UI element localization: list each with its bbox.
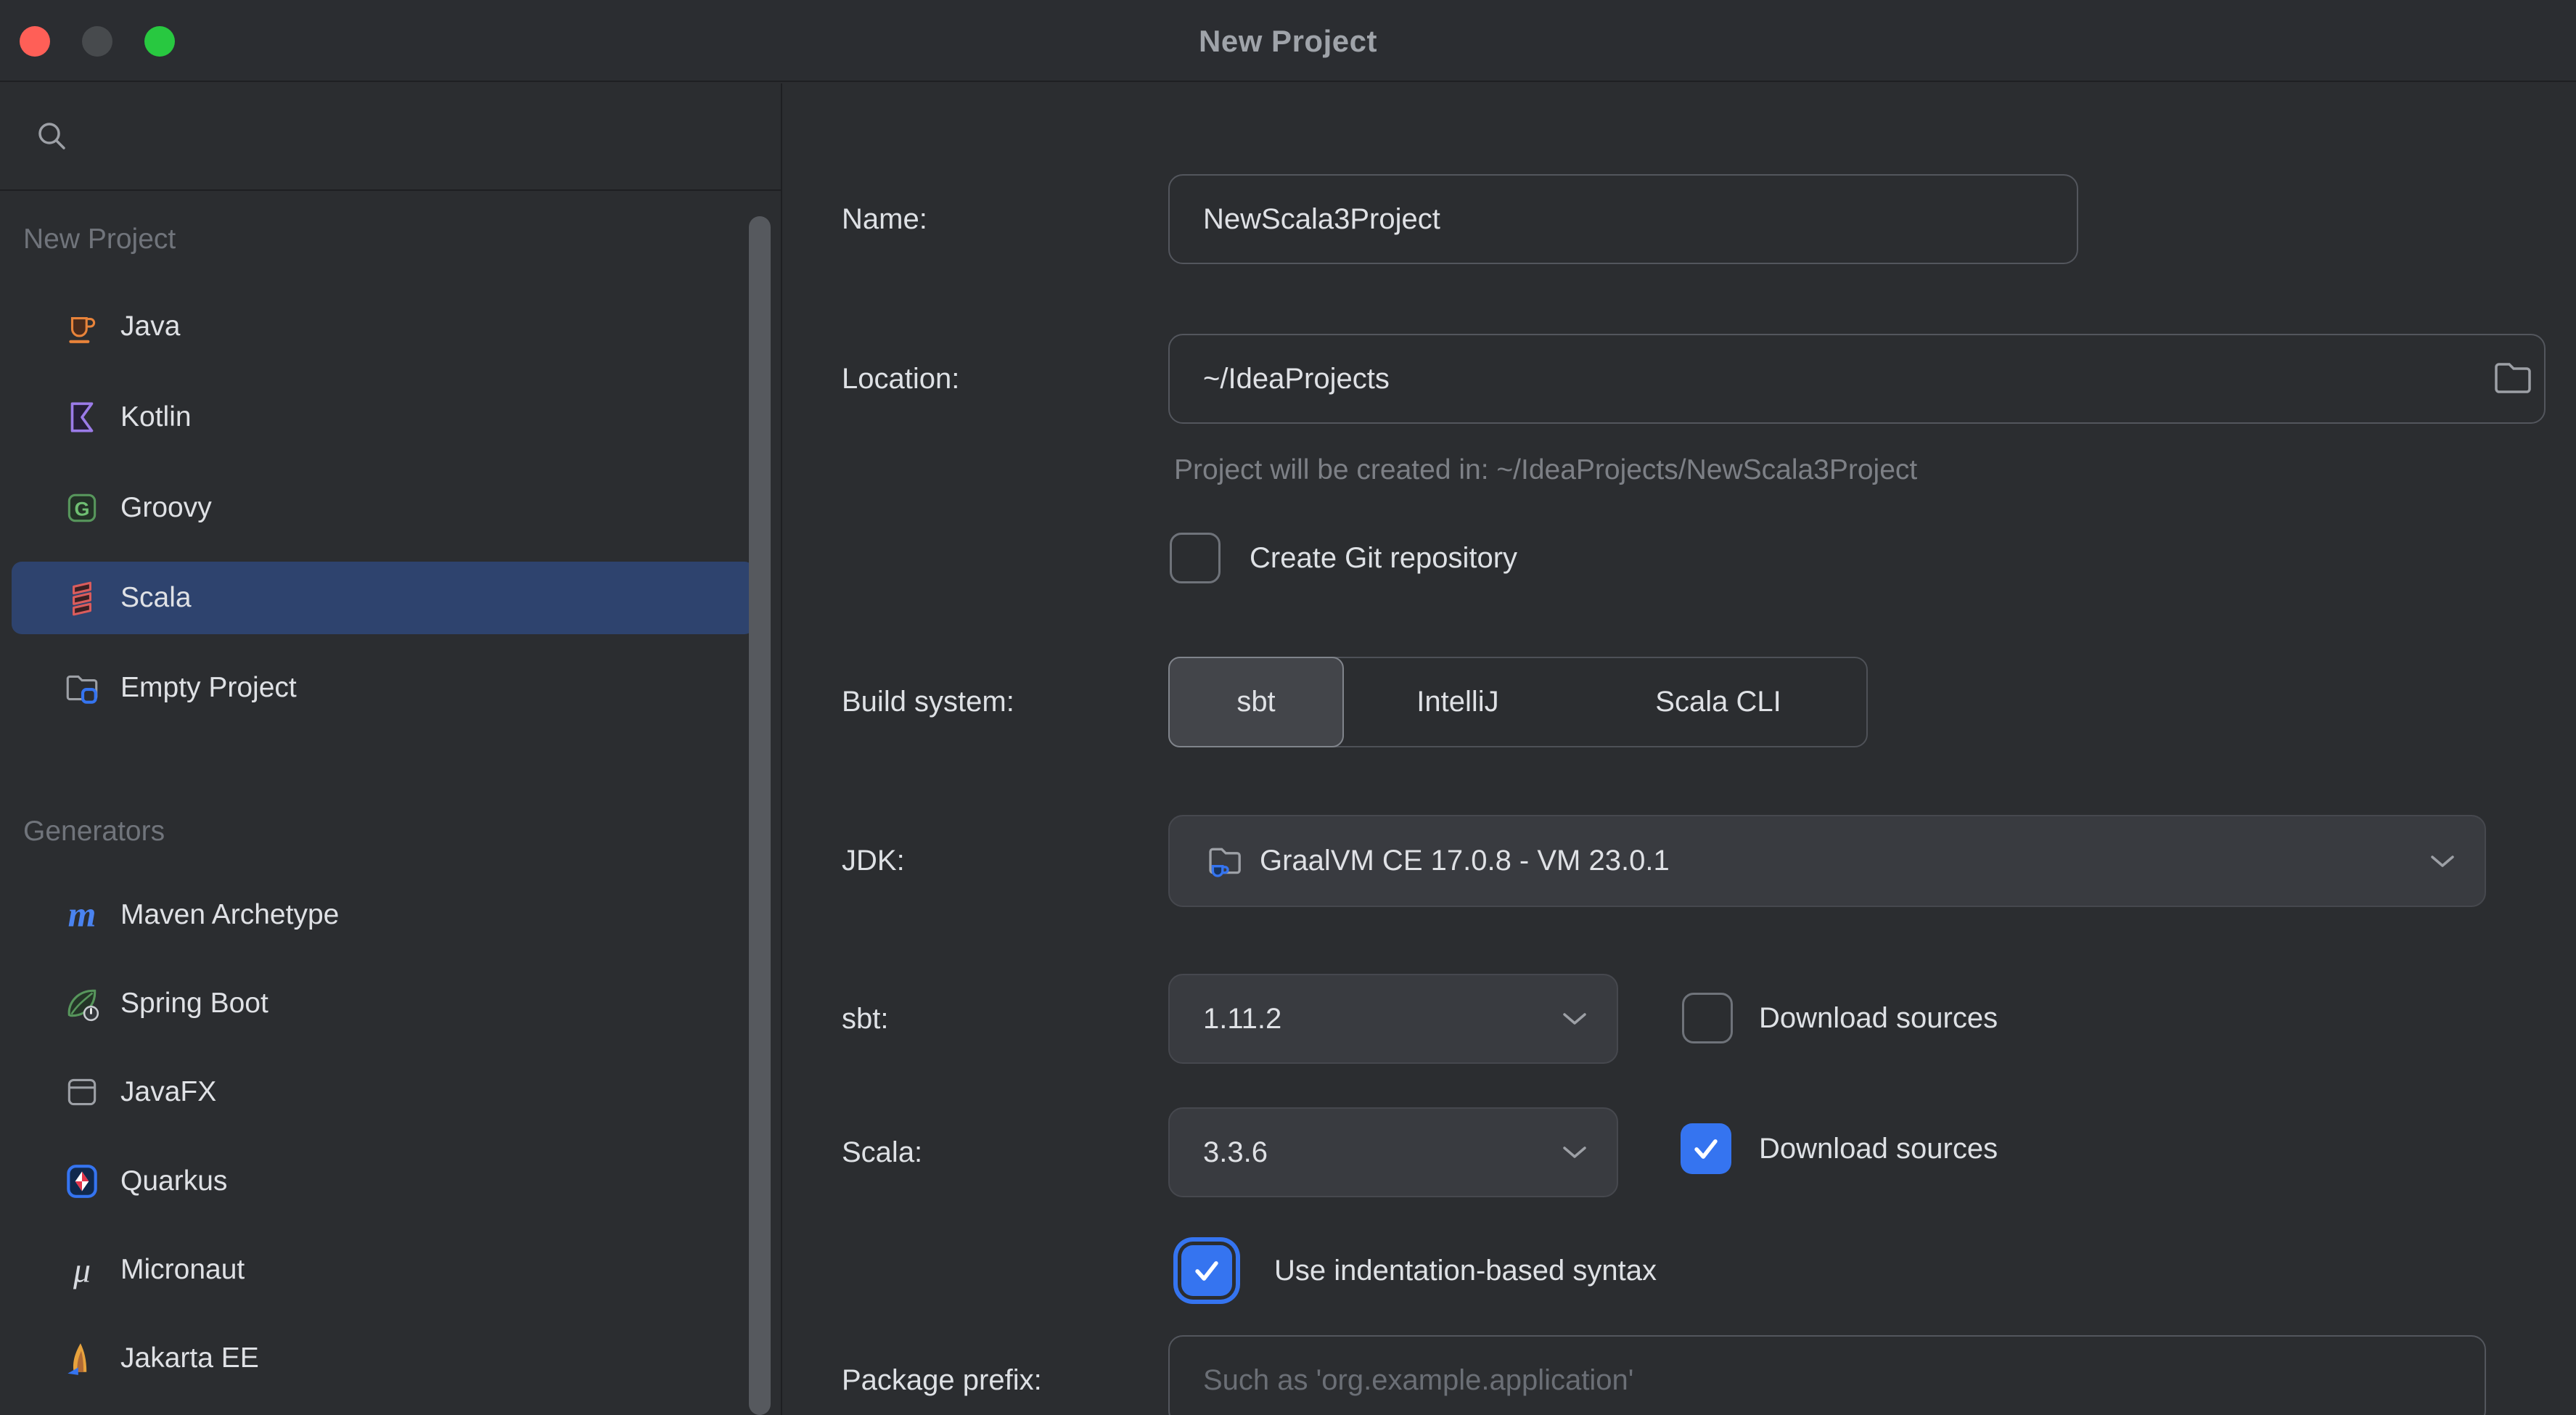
jdk-value: GraalVM CE 17.0.8 - VM 23.0.1 xyxy=(1260,845,1670,877)
sidebar-item-label: JavaFX xyxy=(120,1076,216,1108)
location-label: Location: xyxy=(842,334,959,424)
sidebar-scrollbar[interactable] xyxy=(749,216,771,1415)
folder-icon xyxy=(2490,357,2535,399)
scala-download-sources-checkbox[interactable] xyxy=(1681,1123,1731,1174)
browse-folder-button[interactable] xyxy=(2490,357,2535,399)
section-header-new-project: New Project xyxy=(23,210,176,268)
chevron-down-icon xyxy=(1562,1012,1588,1026)
sidebar-item-javafx[interactable]: JavaFX xyxy=(12,1056,755,1128)
scala-download-sources-label: Download sources xyxy=(1759,1123,1998,1174)
sidebar-item-label: Scala xyxy=(120,582,192,614)
use-indentation-syntax-label: Use indentation-based syntax xyxy=(1274,1245,1657,1296)
quarkus-icon xyxy=(62,1162,102,1201)
create-git-repository-checkbox[interactable] xyxy=(1170,533,1221,583)
jdk-dropdown[interactable]: GraalVM CE 17.0.8 - VM 23.0.1 xyxy=(1168,815,2486,907)
sidebar-item-jakarta-ee[interactable]: Jakarta EE xyxy=(12,1322,755,1395)
sidebar-item-label: Spring Boot xyxy=(120,988,268,1020)
micronaut-icon: μ xyxy=(62,1250,102,1289)
checkmark-icon xyxy=(1189,1253,1224,1288)
chevron-down-icon xyxy=(1562,1145,1588,1160)
sidebar-item-label: Java xyxy=(120,311,180,343)
sidebar-item-label: Empty Project xyxy=(120,672,297,704)
sidebar-item-label: Jakarta EE xyxy=(120,1342,259,1374)
sidebar-item-kotlin[interactable]: Kotlin xyxy=(12,381,755,454)
build-system-option-sbt[interactable]: sbt xyxy=(1168,657,1344,747)
location-input[interactable] xyxy=(1168,334,2546,424)
groovy-icon: G xyxy=(62,488,102,528)
svg-text:G: G xyxy=(74,498,89,520)
sidebar-item-groovy[interactable]: G Groovy xyxy=(12,472,755,544)
sidebar: New Project Java Kotlin xyxy=(0,83,782,1415)
sbt-version-value: 1.11.2 xyxy=(1203,1003,1281,1035)
sidebar-item-spring-boot[interactable]: Spring Boot xyxy=(12,967,755,1040)
sidebar-item-label: Groovy xyxy=(120,492,212,524)
search-field[interactable] xyxy=(0,83,781,191)
javafx-icon xyxy=(62,1072,102,1112)
spring-boot-icon xyxy=(62,984,102,1023)
svg-text:μ: μ xyxy=(73,1252,91,1289)
maven-icon: m xyxy=(62,895,102,935)
sbt-version-dropdown[interactable]: 1.11.2 xyxy=(1168,974,1618,1064)
jdk-icon xyxy=(1203,840,1245,882)
scala-label: Scala: xyxy=(842,1107,922,1197)
build-system-option-intellij[interactable]: IntelliJ xyxy=(1342,658,1573,746)
build-system-segmented-control: sbt IntelliJ Scala CLI xyxy=(1168,657,1868,747)
title-bar: New Project xyxy=(0,0,2576,82)
name-label: Name: xyxy=(842,174,927,264)
use-indentation-syntax-checkbox[interactable] xyxy=(1181,1245,1232,1296)
scala-icon xyxy=(62,578,102,618)
sidebar-item-quarkus[interactable]: Quarkus xyxy=(12,1145,755,1218)
sidebar-item-label: Kotlin xyxy=(120,401,192,433)
new-project-dialog: New Project New Project Java xyxy=(0,0,2576,1415)
package-prefix-input[interactable] xyxy=(1168,1335,2486,1415)
jakarta-ee-icon xyxy=(62,1339,102,1378)
window-title: New Project xyxy=(0,0,2576,82)
sidebar-item-micronaut[interactable]: μ Micronaut xyxy=(12,1234,755,1306)
svg-text:m: m xyxy=(68,895,97,935)
sidebar-item-scala[interactable]: Scala xyxy=(12,562,755,634)
empty-project-icon xyxy=(62,668,102,708)
scala-version-value: 3.3.6 xyxy=(1203,1136,1268,1169)
jdk-label: JDK: xyxy=(842,815,905,907)
sidebar-item-label: Micronaut xyxy=(120,1254,245,1286)
location-hint: Project will be created in: ~/IdeaProjec… xyxy=(1174,448,1917,492)
sidebar-item-label: Maven Archetype xyxy=(120,899,339,931)
chevron-down-icon xyxy=(2429,854,2456,869)
scala-version-dropdown[interactable]: 3.3.6 xyxy=(1168,1107,1618,1197)
sidebar-item-maven-archetype[interactable]: m Maven Archetype xyxy=(12,879,755,951)
checkmark-icon xyxy=(1689,1131,1723,1166)
new-project-form: Name: Location: Project will be created … xyxy=(784,83,2576,1415)
sidebar-item-label: Quarkus xyxy=(120,1165,227,1197)
sbt-download-sources-label: Download sources xyxy=(1759,993,1998,1043)
section-header-generators: Generators xyxy=(23,803,165,861)
name-input[interactable] xyxy=(1168,174,2078,264)
sidebar-item-java[interactable]: Java xyxy=(12,290,755,363)
search-icon xyxy=(33,118,71,155)
build-system-label: Build system: xyxy=(842,657,1014,747)
java-icon xyxy=(62,307,102,346)
build-system-option-scala-cli[interactable]: Scala CLI xyxy=(1573,658,1863,746)
sbt-label: sbt: xyxy=(842,974,888,1064)
create-git-repository-label: Create Git repository xyxy=(1250,533,1517,583)
kotlin-icon xyxy=(62,398,102,437)
sidebar-item-empty-project[interactable]: Empty Project xyxy=(12,652,755,724)
sbt-download-sources-checkbox[interactable] xyxy=(1682,993,1733,1043)
package-prefix-label: Package prefix: xyxy=(842,1335,1042,1415)
